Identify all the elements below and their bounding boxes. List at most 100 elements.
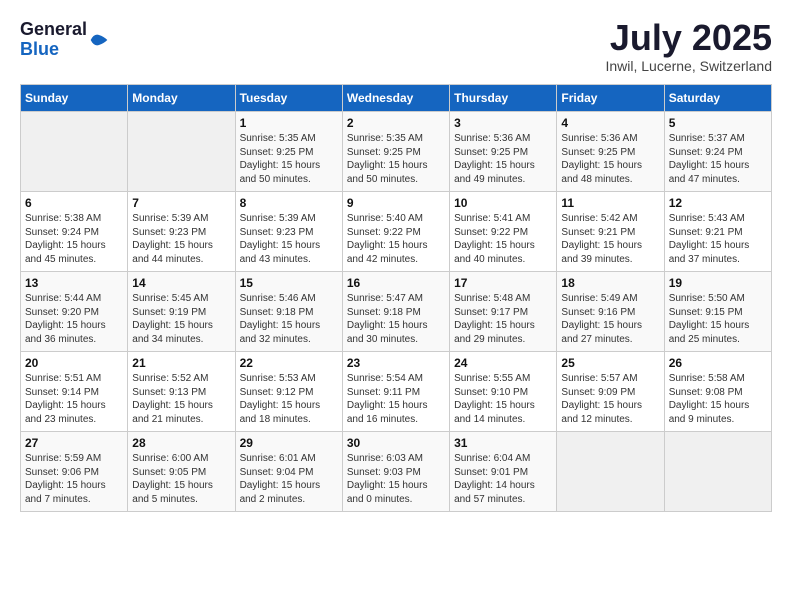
weekday-header-tuesday: Tuesday: [235, 85, 342, 112]
day-info: Sunrise: 5:54 AM Sunset: 9:11 PM Dayligh…: [347, 372, 445, 426]
day-info: Sunrise: 5:52 AM Sunset: 9:13 PM Dayligh…: [132, 372, 230, 426]
calendar-cell: 3 Sunrise: 5:36 AM Sunset: 9:25 PM Daylig…: [450, 112, 557, 192]
day-info: Sunrise: 5:44 AM Sunset: 9:20 PM Dayligh…: [25, 292, 123, 346]
day-number: 26: [669, 356, 767, 370]
day-info: Sunrise: 5:43 AM Sunset: 9:21 PM Dayligh…: [669, 212, 767, 266]
day-info: Sunrise: 5:46 AM Sunset: 9:18 PM Dayligh…: [240, 292, 338, 346]
day-number: 24: [454, 356, 552, 370]
calendar-cell: 24 Sunrise: 5:55 AM Sunset: 9:10 PM Dayli…: [450, 352, 557, 432]
calendar-cell: 6 Sunrise: 5:38 AM Sunset: 9:24 PM Daylig…: [21, 192, 128, 272]
day-number: 1: [240, 116, 338, 130]
calendar-cell: 17 Sunrise: 5:48 AM Sunset: 9:17 PM Dayli…: [450, 272, 557, 352]
day-number: 12: [669, 196, 767, 210]
logo-general: General: [20, 19, 87, 39]
day-number: 4: [561, 116, 659, 130]
day-info: Sunrise: 5:39 AM Sunset: 9:23 PM Dayligh…: [132, 212, 230, 266]
day-number: 19: [669, 276, 767, 290]
day-number: 14: [132, 276, 230, 290]
day-info: Sunrise: 5:36 AM Sunset: 9:25 PM Dayligh…: [454, 132, 552, 186]
calendar-cell: 2Sunrise: 5:35 AM Sunset: 9:25 PM Daylig…: [342, 112, 449, 192]
day-number: 30: [347, 436, 445, 450]
weekday-header-monday: Monday: [128, 85, 235, 112]
day-info: Sunrise: 5:49 AM Sunset: 9:16 PM Dayligh…: [561, 292, 659, 346]
day-number: 29: [240, 436, 338, 450]
calendar-cell: 30 Sunrise: 6:03 AM Sunset: 9:03 PM Dayli…: [342, 432, 449, 512]
weekday-header-saturday: Saturday: [664, 85, 771, 112]
day-number: 7: [132, 196, 230, 210]
week-row-5: 27 Sunrise: 5:59 AM Sunset: 9:06 PM Dayli…: [21, 432, 772, 512]
calendar-cell: 7 Sunrise: 5:39 AM Sunset: 9:23 PM Daylig…: [128, 192, 235, 272]
day-info: Sunrise: 5:37 AM Sunset: 9:24 PM Dayligh…: [669, 132, 767, 186]
calendar-table: SundayMondayTuesdayWednesdayThursdayFrid…: [20, 84, 772, 512]
day-number: 6: [25, 196, 123, 210]
logo-icon: [89, 30, 109, 50]
day-number: 20: [25, 356, 123, 370]
day-number: 3: [454, 116, 552, 130]
calendar-cell: 12 Sunrise: 5:43 AM Sunset: 9:21 PM Dayli…: [664, 192, 771, 272]
weekday-header-sunday: Sunday: [21, 85, 128, 112]
day-number: 2: [347, 116, 445, 130]
weekday-header-thursday: Thursday: [450, 85, 557, 112]
calendar-cell: [664, 432, 771, 512]
week-row-3: 13 Sunrise: 5:44 AM Sunset: 9:20 PM Dayli…: [21, 272, 772, 352]
day-number: 16: [347, 276, 445, 290]
calendar-cell: 23 Sunrise: 5:54 AM Sunset: 9:11 PM Dayli…: [342, 352, 449, 432]
day-info: Sunrise: 5:47 AM Sunset: 9:18 PM Dayligh…: [347, 292, 445, 346]
calendar-cell: 8 Sunrise: 5:39 AM Sunset: 9:23 PM Daylig…: [235, 192, 342, 272]
weekday-header-wednesday: Wednesday: [342, 85, 449, 112]
calendar-cell: [21, 112, 128, 192]
day-number: 28: [132, 436, 230, 450]
day-number: 27: [25, 436, 123, 450]
calendar-cell: 21 Sunrise: 5:52 AM Sunset: 9:13 PM Dayli…: [128, 352, 235, 432]
day-info: Sunrise: 5:53 AM Sunset: 9:12 PM Dayligh…: [240, 372, 338, 426]
day-info: Sunrise: 6:01 AM Sunset: 9:04 PM Dayligh…: [240, 452, 338, 506]
day-info: Sunrise: 5:55 AM Sunset: 9:10 PM Dayligh…: [454, 372, 552, 426]
week-row-1: 1 Sunrise: 5:35 AM Sunset: 9:25 PM Daylig…: [21, 112, 772, 192]
calendar-cell: 28 Sunrise: 6:00 AM Sunset: 9:05 PM Dayli…: [128, 432, 235, 512]
day-info: Sunrise: 5:57 AM Sunset: 9:09 PM Dayligh…: [561, 372, 659, 426]
calendar-cell: [128, 112, 235, 192]
day-info: Sunrise: 5:48 AM Sunset: 9:17 PM Dayligh…: [454, 292, 552, 346]
day-number: 10: [454, 196, 552, 210]
day-number: 13: [25, 276, 123, 290]
title-block: July 2025 Inwil, Lucerne, Switzerland: [605, 20, 772, 74]
calendar-cell: 29 Sunrise: 6:01 AM Sunset: 9:04 PM Dayli…: [235, 432, 342, 512]
calendar-cell: 19Sunrise: 5:50 AM Sunset: 9:15 PM Dayli…: [664, 272, 771, 352]
logo: General Blue: [20, 20, 109, 60]
calendar-cell: 10Sunrise: 5:41 AM Sunset: 9:22 PM Dayli…: [450, 192, 557, 272]
day-info: Sunrise: 6:00 AM Sunset: 9:05 PM Dayligh…: [132, 452, 230, 506]
calendar-cell: 26Sunrise: 5:58 AM Sunset: 9:08 PM Dayli…: [664, 352, 771, 432]
week-row-4: 20 Sunrise: 5:51 AM Sunset: 9:14 PM Dayli…: [21, 352, 772, 432]
calendar-cell: 1 Sunrise: 5:35 AM Sunset: 9:25 PM Daylig…: [235, 112, 342, 192]
day-info: Sunrise: 5:42 AM Sunset: 9:21 PM Dayligh…: [561, 212, 659, 266]
day-info: Sunrise: 5:38 AM Sunset: 9:24 PM Dayligh…: [25, 212, 123, 266]
calendar-cell: 14 Sunrise: 5:45 AM Sunset: 9:19 PM Dayli…: [128, 272, 235, 352]
calendar-cell: 31Sunrise: 6:04 AM Sunset: 9:01 PM Dayli…: [450, 432, 557, 512]
day-info: Sunrise: 5:35 AM Sunset: 9:25 PM Dayligh…: [240, 132, 338, 186]
calendar-cell: 25Sunrise: 5:57 AM Sunset: 9:09 PM Dayli…: [557, 352, 664, 432]
day-info: Sunrise: 6:03 AM Sunset: 9:03 PM Dayligh…: [347, 452, 445, 506]
day-info: Sunrise: 5:59 AM Sunset: 9:06 PM Dayligh…: [25, 452, 123, 506]
day-number: 17: [454, 276, 552, 290]
calendar-cell: 11 Sunrise: 5:42 AM Sunset: 9:21 PM Dayli…: [557, 192, 664, 272]
day-number: 22: [240, 356, 338, 370]
calendar-cell: [557, 432, 664, 512]
calendar-cell: 27 Sunrise: 5:59 AM Sunset: 9:06 PM Dayli…: [21, 432, 128, 512]
day-number: 15: [240, 276, 338, 290]
day-number: 11: [561, 196, 659, 210]
day-number: 21: [132, 356, 230, 370]
calendar-cell: 5 Sunrise: 5:37 AM Sunset: 9:24 PM Daylig…: [664, 112, 771, 192]
day-number: 5: [669, 116, 767, 130]
location: Inwil, Lucerne, Switzerland: [605, 58, 772, 74]
day-number: 8: [240, 196, 338, 210]
day-info: Sunrise: 5:51 AM Sunset: 9:14 PM Dayligh…: [25, 372, 123, 426]
day-number: 23: [347, 356, 445, 370]
day-number: 9: [347, 196, 445, 210]
day-number: 31: [454, 436, 552, 450]
calendar-cell: 4Sunrise: 5:36 AM Sunset: 9:25 PM Daylig…: [557, 112, 664, 192]
logo-blue: Blue: [20, 39, 59, 59]
day-info: Sunrise: 5:39 AM Sunset: 9:23 PM Dayligh…: [240, 212, 338, 266]
page-header: General Blue July 2025 Inwil, Lucerne, S…: [20, 20, 772, 74]
day-info: Sunrise: 5:45 AM Sunset: 9:19 PM Dayligh…: [132, 292, 230, 346]
day-number: 18: [561, 276, 659, 290]
